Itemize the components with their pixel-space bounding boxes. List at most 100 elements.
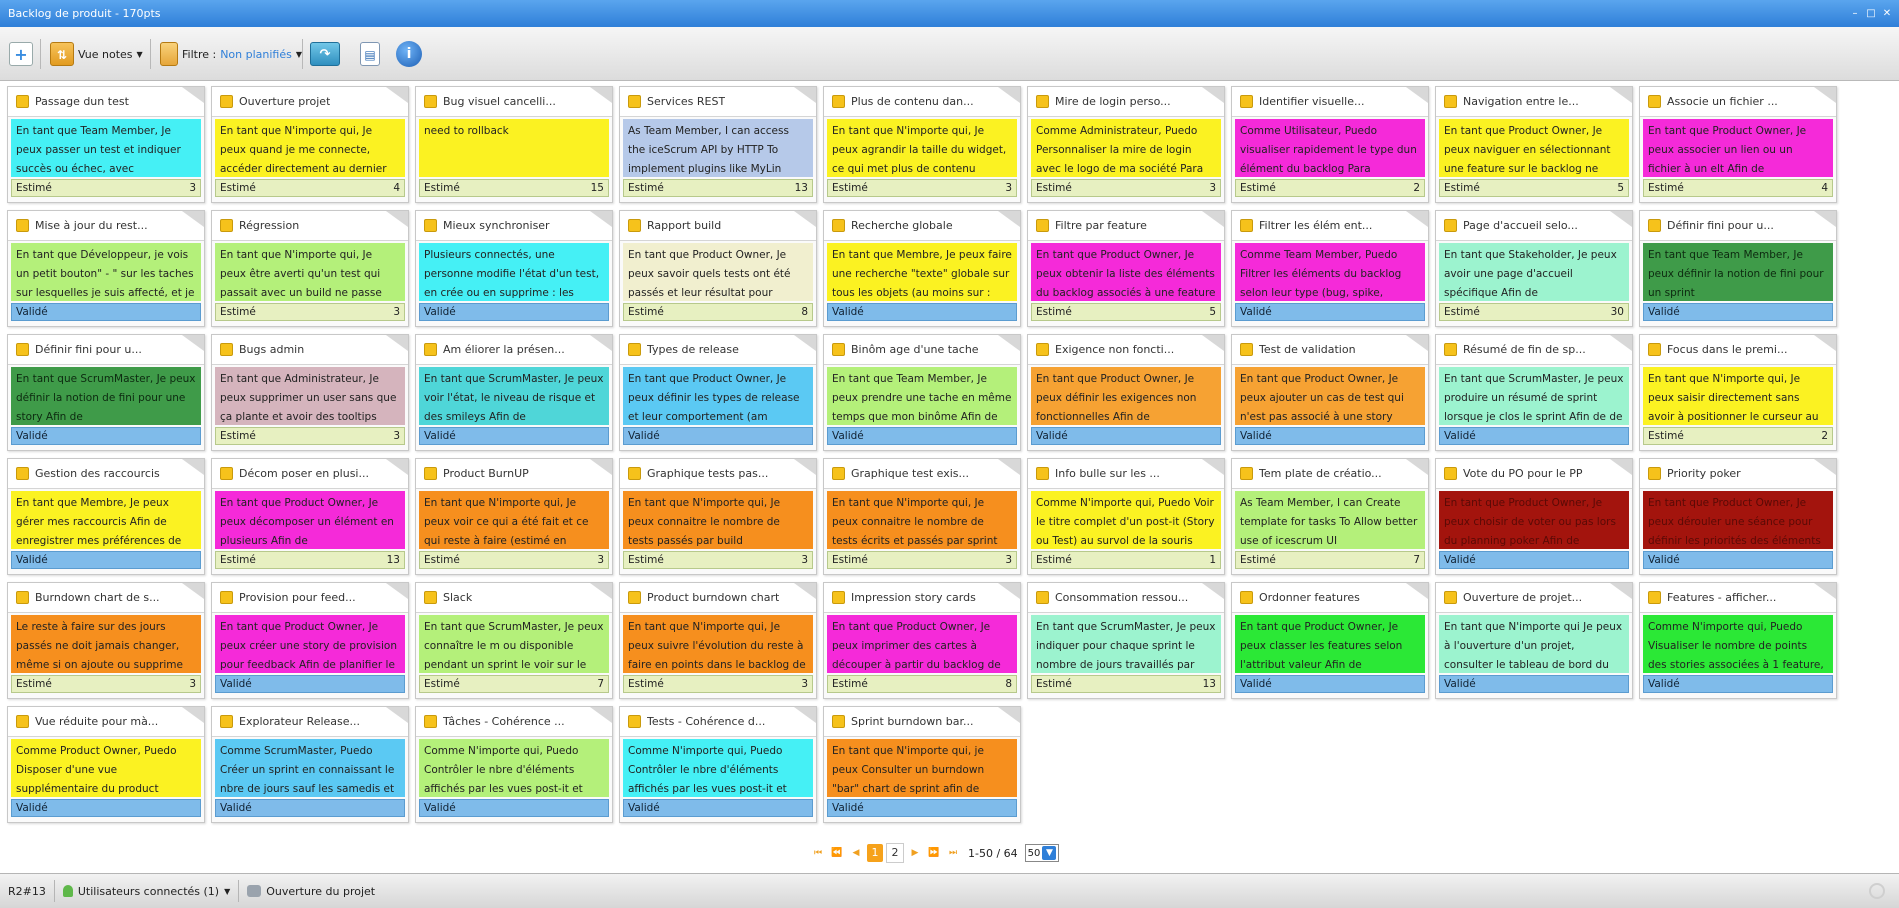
postit-card[interactable]: Features - afficher... Comme N'importe qu… <box>1639 582 1837 699</box>
postit-card[interactable]: Burndown chart de s... Le reste à faire s… <box>7 582 205 699</box>
chevron-down-icon: ▼ <box>224 886 231 896</box>
page-2-link[interactable]: 2 <box>886 843 904 863</box>
page-size-select[interactable]: 50 ▼ <box>1024 844 1060 862</box>
postit-card[interactable]: Passage dun test En tant que Team Member,… <box>7 86 205 203</box>
postit-card[interactable]: Exigence non foncti... En tant que Produc… <box>1027 334 1225 451</box>
postit-card[interactable]: Graphique test exis... En tant que N'impo… <box>823 458 1021 575</box>
print-button[interactable]: ▤ <box>360 40 380 68</box>
postit-card[interactable]: Provision pour feed... En tant que Produc… <box>211 582 409 699</box>
postit-card[interactable]: Ouverture projet En tant que N'importe qu… <box>211 86 409 203</box>
postit-card[interactable]: Consommation ressou... En tant que ScrumM… <box>1027 582 1225 699</box>
postit-title: Product BurnUP <box>443 467 529 480</box>
info-button[interactable]: i <box>396 40 422 68</box>
postit-card[interactable]: Définir fini pour u... En tant que Team M… <box>1639 210 1837 327</box>
postit-card[interactable]: Bugs admin En tant que Administrateur, Je… <box>211 334 409 451</box>
minimize-icon[interactable]: – <box>1849 0 1861 27</box>
postit-card[interactable]: Types de release En tant que Product Owne… <box>619 334 817 451</box>
status-badge: Estimé <box>16 678 52 690</box>
postit-card[interactable]: Page d'accueil selo... En tant que Stakeh… <box>1435 210 1633 327</box>
postit-card[interactable]: Impression story cards En tant que Produc… <box>823 582 1021 699</box>
add-icon: + <box>9 42 33 66</box>
status-badge: Estimé <box>220 430 256 442</box>
release-indicator: R2#13 <box>0 880 55 902</box>
postit-card[interactable]: Focus dans le premi... En tant que N'impo… <box>1639 334 1837 451</box>
next-page-icon[interactable]: ▶ <box>907 844 923 862</box>
postit-card[interactable]: Vote du PO pour le PP En tant que Product… <box>1435 458 1633 575</box>
postit-header: Ordonner features <box>1232 583 1428 613</box>
postit-description: En tant que Product Owner, Je peux décom… <box>215 491 405 549</box>
postit-card[interactable]: Bug visuel cancelli... need to rollback Es… <box>415 86 613 203</box>
page-fold-icon <box>1202 459 1224 475</box>
add-story-button[interactable]: + <box>9 40 33 68</box>
postit-card[interactable]: Info bulle sur les ... Comme N'importe qu… <box>1027 458 1225 575</box>
postit-grid: Passage dun test En tant que Team Member,… <box>7 86 1885 823</box>
page-fold-icon <box>386 459 408 475</box>
next-fast-icon[interactable]: ⏩ <box>926 844 942 862</box>
postit-card[interactable]: Services REST As Team Member, I can acces… <box>619 86 817 203</box>
page-fold-icon <box>1814 335 1836 351</box>
view-notes-button[interactable]: ⇅ Vue notes ▼ <box>50 40 143 68</box>
postit-header: Slack <box>416 583 612 613</box>
restore-icon[interactable]: □ <box>1865 0 1877 27</box>
postit-card[interactable]: Rapport build En tant que Product Owner, … <box>619 210 817 327</box>
postit-card[interactable]: Ouverture de projet... En tant que N'impo… <box>1435 582 1633 699</box>
postit-card[interactable]: Graphique tests pas... En tant que N'impo… <box>619 458 817 575</box>
postit-card[interactable]: Filtre par feature En tant que Product Ow… <box>1027 210 1225 327</box>
postit-card[interactable]: Slack En tant que ScrumMaster, Je peux co… <box>415 582 613 699</box>
postit-card[interactable]: Tem plate de créatio... As Team Member, I… <box>1231 458 1429 575</box>
postit-card[interactable]: Mieux synchroniser Plusieurs connectés, u… <box>415 210 613 327</box>
last-page-icon[interactable]: ⏭ <box>945 844 961 862</box>
prev-page-icon[interactable]: ◀ <box>848 844 864 862</box>
postit-card[interactable]: Définir fini pour u... En tant que ScrumM… <box>7 334 205 451</box>
story-points: 7 <box>597 678 604 690</box>
postit-footer: Validé <box>1643 551 1833 569</box>
postit-card[interactable]: Gestion des raccourcis En tant que Membre… <box>7 458 205 575</box>
postit-card[interactable]: Filtrer les élém ent... Comme Team Member… <box>1231 210 1429 327</box>
postit-title: Bugs admin <box>239 343 305 356</box>
project-opening-button[interactable]: Ouverture du projet <box>239 880 383 902</box>
filter-button[interactable]: Filtre : Non planifiés ▼ <box>160 40 302 68</box>
postit-card[interactable]: Recherche globale En tant que Membre, Je … <box>823 210 1021 327</box>
postit-header: Product BurnUP <box>416 459 612 489</box>
status-badge: Validé <box>424 306 456 318</box>
story-type-icon <box>1648 219 1661 232</box>
export-button[interactable]: ↷ <box>310 40 340 68</box>
postit-description: En tant que N'importe qui, Je peux suivr… <box>623 615 813 673</box>
postit-header: Explorateur Release... <box>212 707 408 737</box>
postit-footer: Estimé 3 <box>11 179 201 197</box>
postit-header: Définir fini pour u... <box>1640 211 1836 241</box>
postit-card[interactable]: Résumé de fin de sp... En tant que ScrumM… <box>1435 334 1633 451</box>
prev-fast-icon[interactable]: ⏪ <box>829 844 845 862</box>
first-page-icon[interactable]: ⏮ <box>810 844 826 862</box>
connected-users-button[interactable]: Utilisateurs connectés (1) ▼ <box>55 880 240 902</box>
postit-card[interactable]: Am éliorer la présen... En tant que Scrum… <box>415 334 613 451</box>
close-icon[interactable]: ✕ <box>1881 0 1893 27</box>
page-fold-icon <box>590 583 612 599</box>
postit-card[interactable]: Explorateur Release... Comme ScrumMaster,… <box>211 706 409 823</box>
postit-card[interactable]: Navigation entre le... En tant que Produc… <box>1435 86 1633 203</box>
postit-card[interactable]: Plus de contenu dan... En tant que N'impo… <box>823 86 1021 203</box>
postit-card[interactable]: Mise à jour du rest... En tant que Dévelo… <box>7 210 205 327</box>
postit-card[interactable]: Binôm age d'une tache En tant que Team Me… <box>823 334 1021 451</box>
postit-card[interactable]: Régression En tant que N'importe qui, Je … <box>211 210 409 327</box>
postit-card[interactable]: Priority poker En tant que Product Owner,… <box>1639 458 1837 575</box>
story-type-icon <box>1240 467 1253 480</box>
postit-card[interactable]: Décom poser en plusi... En tant que Produ… <box>211 458 409 575</box>
current-page[interactable]: 1 <box>867 844 883 862</box>
postit-card[interactable]: Test de validation En tant que Product Ow… <box>1231 334 1429 451</box>
postit-header: Recherche globale <box>824 211 1020 241</box>
postit-header: Impression story cards <box>824 583 1020 613</box>
postit-card[interactable]: Tâches - Cohérence ... Comme N'importe qu… <box>415 706 613 823</box>
postit-header: Bugs admin <box>212 335 408 365</box>
page-fold-icon <box>1202 87 1224 103</box>
story-points: 15 <box>590 182 604 194</box>
postit-card[interactable]: Mire de login perso... Comme Administrate… <box>1027 86 1225 203</box>
postit-card[interactable]: Sprint burndown bar... En tant que N'impo… <box>823 706 1021 823</box>
postit-card[interactable]: Product BurnUP En tant que N'importe qui,… <box>415 458 613 575</box>
postit-card[interactable]: Ordonner features En tant que Product Own… <box>1231 582 1429 699</box>
postit-card[interactable]: Product burndown chart En tant que N'impo… <box>619 582 817 699</box>
postit-card[interactable]: Vue réduite pour mà... Comme Product Owne… <box>7 706 205 823</box>
postit-card[interactable]: Tests - Cohérence d... Comme N'importe qu… <box>619 706 817 823</box>
postit-card[interactable]: Associe un fichier ... En tant que Produc… <box>1639 86 1837 203</box>
postit-card[interactable]: Identifier visuelle... Comme Utilisateur,… <box>1231 86 1429 203</box>
